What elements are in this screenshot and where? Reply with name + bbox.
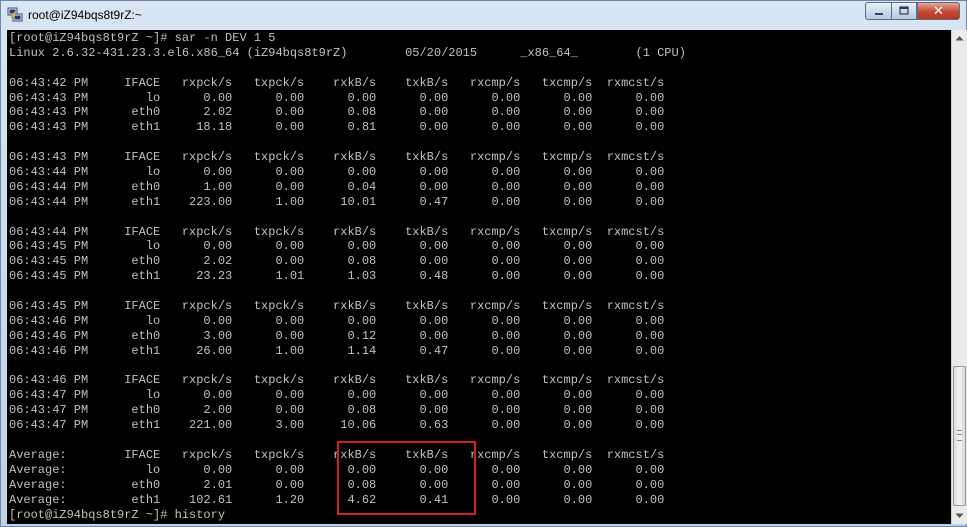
terminal-line: 06:43:47 PM eth1 221.00 3.00 10.06 0.63 … (9, 418, 665, 433)
title-bar[interactable]: root@iZ94bqs8t9rZ:~ ✕ (1, 1, 966, 30)
scroll-up-button[interactable] (952, 30, 967, 46)
terminal-line: 06:43:45 PM IFACE rxpck/s txpck/s rxkB/s… (9, 299, 665, 314)
arrow-up-icon (955, 36, 964, 41)
terminal-line: 06:43:43 PM lo 0.00 0.00 0.00 0.00 0.00 … (9, 90, 665, 105)
maximize-button[interactable] (891, 2, 917, 20)
terminal-line: 06:43:44 PM IFACE rxpck/s txpck/s rxkB/s… (9, 224, 665, 239)
terminal-line: 06:43:47 PM lo 0.00 0.00 0.00 0.00 0.00 … (9, 388, 665, 403)
terminal-line: 06:43:43 PM eth1 18.18 0.00 0.81 0.00 0.… (9, 120, 665, 135)
terminal-line: 06:43:46 PM lo 0.00 0.00 0.00 0.00 0.00 … (9, 313, 665, 328)
minimize-icon (874, 13, 883, 15)
maximize-icon (899, 6, 909, 15)
terminal-line: 06:43:46 PM eth0 3.00 0.00 0.12 0.00 0.0… (9, 328, 665, 343)
arrow-down-icon (955, 513, 964, 518)
terminal-line: 06:43:46 PM eth1 26.00 1.00 1.14 0.47 0.… (9, 343, 665, 358)
terminal-line: 06:43:44 PM eth1 223.00 1.00 10.01 0.47 … (9, 194, 665, 209)
terminal-line: [root@iZ94bqs8t9rZ ~]# sar -n DEV 1 5 (9, 31, 276, 45)
putty-icon[interactable] (7, 7, 23, 23)
highlight-annotation (337, 441, 476, 515)
grip-icon (957, 430, 962, 441)
terminal-line: Linux 2.6.32-431.23.3.el6.x86_64 (iZ94bq… (9, 45, 686, 60)
close-button[interactable]: ✕ (917, 2, 960, 20)
terminal-line: 06:43:47 PM eth0 2.00 0.00 0.08 0.00 0.0… (9, 403, 665, 418)
close-icon: ✕ (933, 3, 944, 19)
terminal-line: 06:43:44 PM lo 0.00 0.00 0.00 0.00 0.00 … (9, 165, 665, 180)
terminal-line: 06:43:46 PM IFACE rxpck/s txpck/s rxkB/s… (9, 373, 665, 388)
terminal-line: 06:43:43 PM eth0 2.02 0.00 0.08 0.00 0.0… (9, 105, 665, 120)
terminal-line: 06:43:43 PM IFACE rxpck/s txpck/s rxkB/s… (9, 150, 665, 165)
terminal-line: 06:43:45 PM eth1 23.23 1.01 1.03 0.48 0.… (9, 269, 665, 284)
terminal-line: 06:43:44 PM eth0 1.00 0.00 0.04 0.00 0.0… (9, 179, 665, 194)
scroll-thumb[interactable] (953, 366, 966, 506)
window-title: root@iZ94bqs8t9rZ:~ (28, 8, 142, 22)
minimize-button[interactable] (865, 2, 891, 20)
vertical-scrollbar[interactable] (951, 30, 967, 524)
window-controls: ✕ (865, 2, 960, 22)
terminal-screen[interactable]: [root@iZ94bqs8t9rZ ~]# sar -n DEV 1 5 Lin… (7, 30, 951, 524)
scroll-down-button[interactable] (952, 508, 967, 524)
terminal-line: 06:43:45 PM lo 0.00 0.00 0.00 0.00 0.00 … (9, 239, 665, 254)
terminal-line: 06:43:45 PM eth0 2.02 0.00 0.08 0.00 0.0… (9, 254, 665, 269)
terminal-line: 06:43:42 PM IFACE rxpck/s txpck/s rxkB/s… (9, 75, 665, 90)
terminal-window: root@iZ94bqs8t9rZ:~ ✕ [root@iZ94bqs8t9rZ… (0, 0, 967, 527)
